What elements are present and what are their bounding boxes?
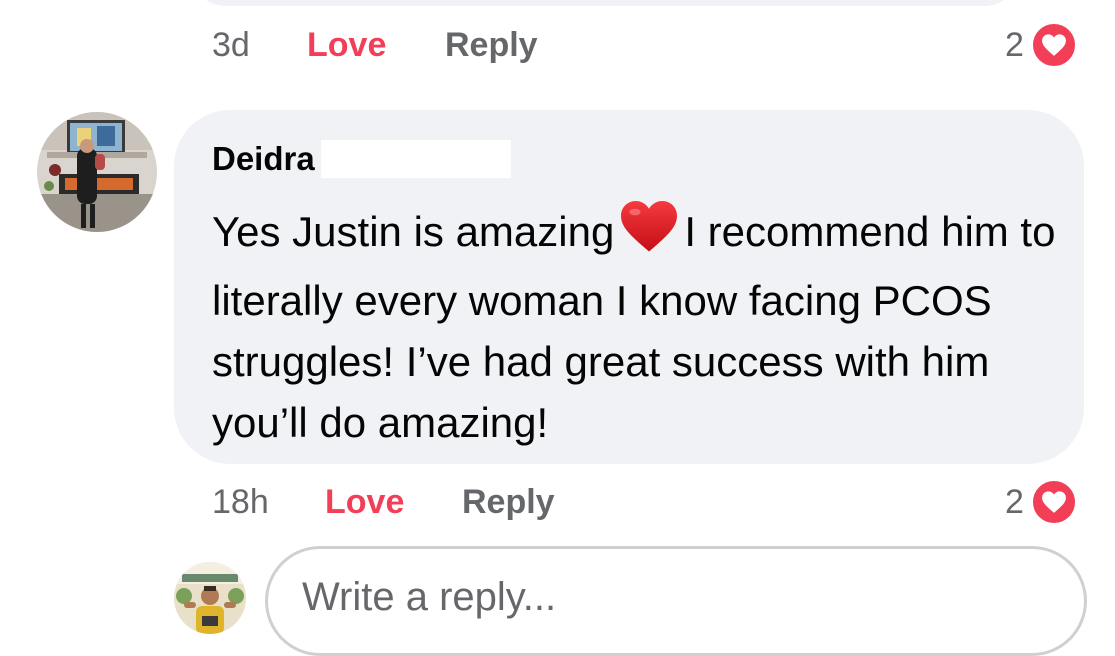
love-reaction-icon — [1029, 21, 1078, 69]
author-row: Deidra — [212, 138, 1048, 180]
comment-timestamp: 18h — [212, 483, 269, 521]
comment-text: Yes Justin is amazing I recommend him to … — [212, 198, 1062, 453]
red-heart-icon — [618, 198, 680, 270]
reply-button[interactable]: Reply — [445, 26, 538, 65]
comment-text-part-1: Yes Justin is amazing — [212, 208, 615, 255]
reaction-summary[interactable]: 2 — [1005, 477, 1078, 527]
love-button[interactable]: Love — [307, 26, 386, 65]
author-name[interactable]: Deidra — [212, 140, 315, 178]
redacted-surname — [320, 140, 511, 178]
reply-button[interactable]: Reply — [462, 483, 555, 522]
reply-input[interactable] — [302, 575, 1002, 620]
reaction-summary[interactable]: 2 — [1005, 20, 1078, 70]
previous-comment-actions: 3d Love Reply 2 — [0, 14, 1115, 74]
previous-comment-bubble — [190, 0, 1020, 6]
comment-actions: 18h Love Reply 2 — [0, 471, 1115, 531]
reaction-count: 2 — [1005, 25, 1024, 64]
comment-bubble: Deidra Yes Justin is amazing I recommend … — [174, 110, 1084, 464]
avatar[interactable] — [37, 112, 157, 232]
love-button[interactable]: Love — [325, 483, 404, 522]
current-user-avatar[interactable] — [174, 562, 246, 634]
reaction-count: 2 — [1005, 482, 1024, 521]
comment-timestamp: 3d — [212, 26, 250, 64]
love-reaction-icon — [1029, 478, 1078, 526]
reply-composer[interactable] — [265, 546, 1087, 656]
